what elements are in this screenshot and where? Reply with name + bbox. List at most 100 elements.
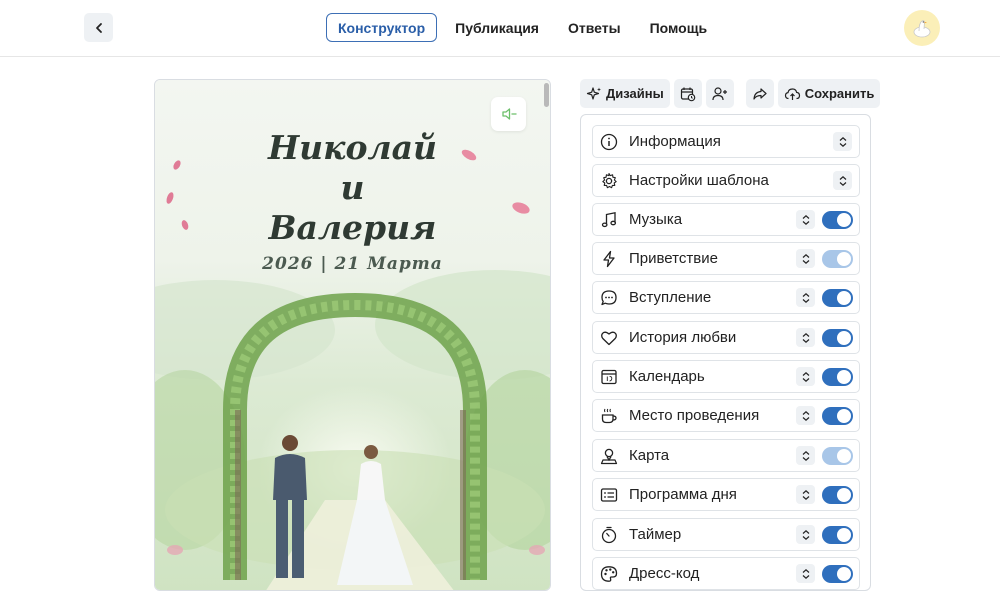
section-toggle[interactable]	[822, 367, 853, 386]
speaker-muted-icon	[501, 108, 517, 120]
nav-help[interactable]: Помощь	[639, 13, 719, 42]
section-label: Карта	[629, 447, 670, 464]
section-toggle[interactable]	[822, 564, 853, 583]
section-toggle[interactable]	[822, 249, 853, 268]
section-label: Приветствие	[629, 250, 718, 267]
chevron-up-down-icon	[839, 175, 846, 186]
program-icon	[599, 485, 619, 505]
heart-icon	[599, 328, 619, 348]
section-row-dress-code[interactable]: Дресс-код	[592, 557, 860, 590]
section-label: Настройки шаблона	[629, 172, 769, 189]
chevron-up-down-icon	[839, 136, 846, 147]
sound-toggle-button[interactable]	[491, 97, 526, 131]
add-guest-button[interactable]	[705, 79, 734, 108]
goose-icon	[913, 20, 931, 38]
section-toggle[interactable]	[822, 328, 853, 347]
section-label: Музыка	[629, 211, 683, 228]
section-row-music[interactable]: Музыка	[592, 203, 860, 236]
music-icon	[599, 210, 619, 230]
reorder-button[interactable]	[796, 249, 815, 268]
section-row-schedule[interactable]: Программа дня	[592, 478, 860, 511]
share-button[interactable]	[745, 79, 774, 108]
section-toggle[interactable]	[822, 525, 853, 544]
chevron-up-down-icon	[802, 253, 809, 264]
section-toggle[interactable]	[822, 288, 853, 307]
chevron-up-down-icon	[802, 568, 809, 579]
section-label: Место проведения	[629, 407, 760, 424]
chat-icon	[599, 288, 619, 308]
sections-panel: Информация Настройки шаблона Музыка Прив…	[580, 114, 871, 591]
section-label: Календарь	[629, 368, 705, 385]
user-plus-icon	[712, 86, 727, 100]
chevron-up-down-icon	[802, 214, 809, 225]
chevron-up-down-icon	[802, 410, 809, 421]
nav-publication[interactable]: Публикация	[444, 13, 550, 42]
nav-constructor[interactable]: Конструктор	[326, 13, 438, 42]
designs-label: Дизайны	[606, 86, 664, 101]
section-row-info[interactable]: Информация	[592, 125, 860, 158]
section-row-template-settings[interactable]: Настройки шаблона	[592, 164, 860, 197]
section-row-intro[interactable]: Вступление	[592, 281, 860, 314]
back-button[interactable]	[84, 13, 113, 42]
section-toggle[interactable]	[822, 446, 853, 465]
section-row-venue[interactable]: Место проведения	[592, 399, 860, 432]
save-button[interactable]: Сохранить	[777, 79, 881, 108]
section-label: Информация	[629, 133, 721, 150]
user-avatar[interactable]	[904, 10, 940, 46]
main-nav: Конструктор Публикация Ответы Помощь	[326, 13, 725, 42]
reorder-button[interactable]	[796, 367, 815, 386]
groom-name: Николай	[267, 128, 438, 167]
chevron-up-down-icon	[802, 371, 809, 382]
share-icon	[753, 87, 767, 100]
section-toggle[interactable]	[822, 406, 853, 425]
couple-names: Николай и Валерия	[154, 128, 551, 248]
reorder-button[interactable]	[796, 288, 815, 307]
section-row-timer[interactable]: Таймер	[592, 518, 860, 551]
reorder-button[interactable]	[796, 564, 815, 583]
reorder-button[interactable]	[796, 406, 815, 425]
chevron-left-icon	[95, 22, 102, 33]
chevron-up-down-icon	[802, 489, 809, 500]
expand-button[interactable]	[833, 132, 852, 151]
reorder-button[interactable]	[796, 446, 815, 465]
section-row-calendar[interactable]: Календарь	[592, 360, 860, 393]
chevron-up-down-icon	[802, 450, 809, 461]
lightning-icon	[599, 249, 619, 269]
section-row-greeting[interactable]: Приветствие	[592, 242, 860, 275]
reorder-button[interactable]	[796, 485, 815, 504]
bride-name: Валерия	[268, 208, 437, 247]
sparkles-icon	[586, 86, 601, 100]
event-date-button[interactable]	[673, 79, 702, 108]
reorder-button[interactable]	[796, 210, 815, 229]
calendar-clock-icon	[680, 87, 696, 101]
map-pin-icon	[599, 446, 619, 466]
wedding-date: 2026 | 21 Марта	[262, 254, 443, 274]
chevron-up-down-icon	[802, 529, 809, 540]
editor-toolbar: Дизайны Сохранить	[580, 79, 884, 108]
reorder-button[interactable]	[796, 328, 815, 347]
section-label: Программа дня	[629, 486, 737, 503]
preview-scrollbar[interactable]	[544, 83, 549, 107]
palette-icon	[599, 564, 619, 584]
section-row-map[interactable]: Карта	[592, 439, 860, 472]
calendar-icon	[599, 367, 619, 387]
gear-icon	[599, 171, 619, 191]
section-toggle[interactable]	[822, 210, 853, 229]
top-header: Конструктор Публикация Ответы Помощь	[0, 0, 1000, 57]
chevron-up-down-icon	[802, 292, 809, 303]
section-label: История любви	[629, 329, 737, 346]
section-toggle[interactable]	[822, 485, 853, 504]
section-label: Дресс-код	[629, 565, 700, 582]
designs-button[interactable]: Дизайны	[580, 79, 670, 108]
chevron-up-down-icon	[802, 332, 809, 343]
timer-icon	[599, 525, 619, 545]
nav-answers[interactable]: Ответы	[557, 13, 632, 42]
section-row-love-story[interactable]: История любви	[592, 321, 860, 354]
names-connector: и	[340, 168, 365, 207]
expand-button[interactable]	[833, 171, 852, 190]
cup-icon	[599, 406, 619, 426]
save-label: Сохранить	[804, 86, 875, 101]
reorder-button[interactable]	[796, 525, 815, 544]
info-icon	[599, 132, 619, 152]
